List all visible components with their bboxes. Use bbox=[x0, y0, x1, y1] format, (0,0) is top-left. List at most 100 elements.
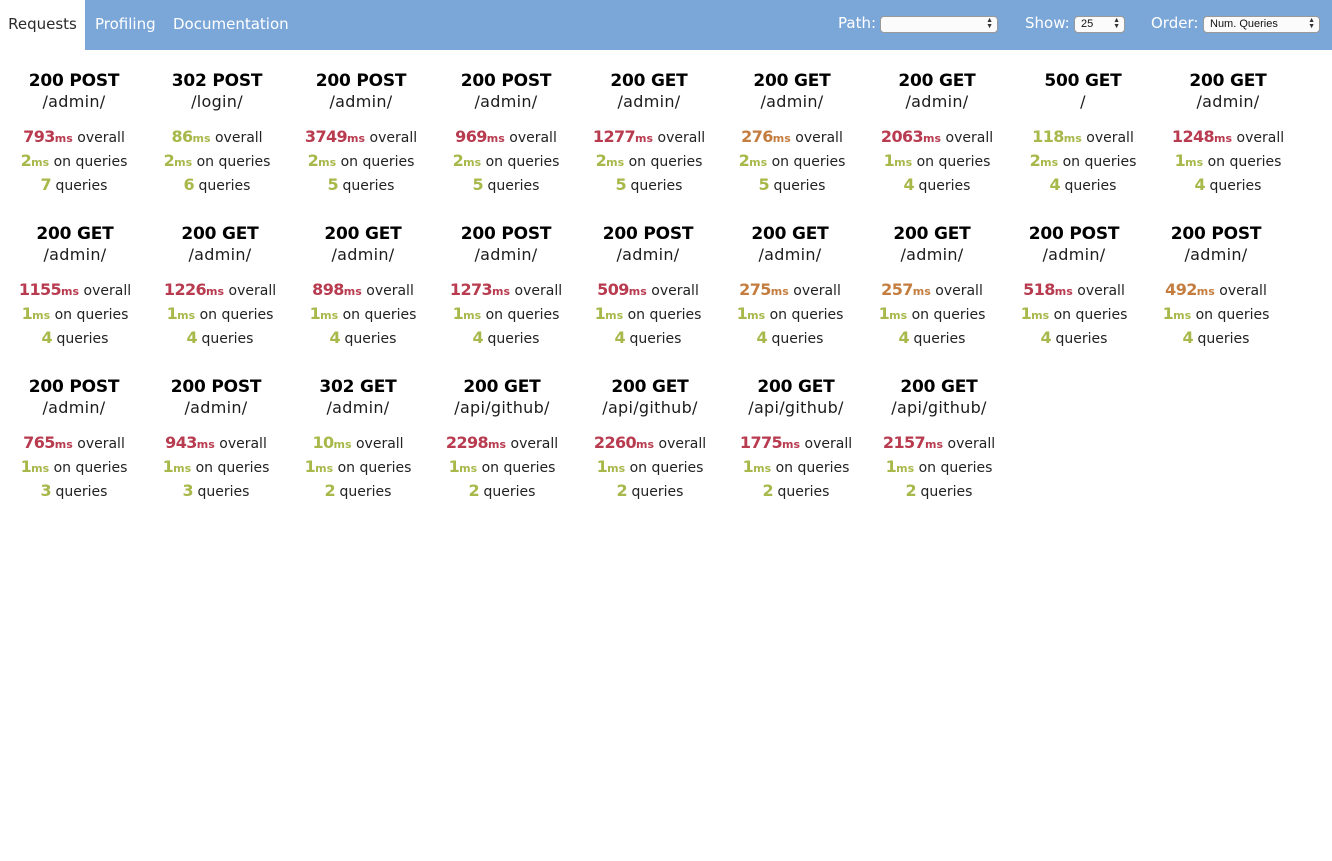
query-time-line: 1ms on queries bbox=[1003, 303, 1145, 327]
request-card[interactable]: 302 POST /login/ 86ms overall 2ms on que… bbox=[146, 70, 288, 197]
on-queries-label: on queries bbox=[195, 460, 270, 476]
tab-documentation[interactable]: Documentation bbox=[163, 0, 299, 50]
request-card[interactable]: 200 GET /api/github/ 1775ms overall 1ms … bbox=[725, 376, 867, 503]
query-time-value: 1 bbox=[1020, 304, 1032, 323]
query-count-line: 5 queries bbox=[721, 174, 863, 197]
overall-label: overall bbox=[947, 436, 996, 452]
request-card[interactable]: 200 GET /admin/ 1226ms overall 1ms on qu… bbox=[149, 223, 291, 350]
request-card[interactable]: 302 GET /admin/ 10ms overall 1ms on quer… bbox=[287, 376, 429, 503]
request-status: 200 GET bbox=[900, 377, 978, 397]
request-card[interactable]: 200 POST /admin/ 518ms overall 1ms on qu… bbox=[1003, 223, 1145, 350]
request-card[interactable]: 200 POST /admin/ 492ms overall 1ms on qu… bbox=[1145, 223, 1287, 350]
query-count-value: 4 bbox=[903, 175, 915, 194]
request-card[interactable]: 500 GET / 118ms overall 2ms on queries 4… bbox=[1012, 70, 1154, 197]
query-time-line: 2ms on queries bbox=[290, 150, 432, 174]
request-card[interactable]: 200 POST /admin/ 1273ms overall 1ms on q… bbox=[435, 223, 577, 350]
overall-time-value: 492 bbox=[1165, 280, 1197, 299]
overall-time-line: 2260ms overall bbox=[579, 432, 721, 456]
on-queries-label: on queries bbox=[771, 154, 846, 170]
show-count-select[interactable]: 25 ▲ ▼ bbox=[1074, 16, 1125, 33]
queries-label: queries bbox=[56, 331, 109, 347]
request-status: 200 GET bbox=[181, 224, 259, 244]
query-count-line: 4 queries bbox=[149, 327, 291, 350]
request-card[interactable]: 200 GET /admin/ 898ms overall 1ms on que… bbox=[292, 223, 434, 350]
order-select[interactable]: Num. Queries ▲ ▼ bbox=[1203, 16, 1320, 33]
overall-time-value: 793 bbox=[23, 127, 55, 146]
overall-time-line: 2298ms overall bbox=[431, 432, 573, 456]
overall-label: overall bbox=[514, 283, 563, 299]
query-time-value: 1 bbox=[21, 304, 33, 323]
query-time-value: 1 bbox=[878, 304, 890, 323]
request-card[interactable]: 200 POST /admin/ 943ms overall 1ms on qu… bbox=[145, 376, 287, 503]
request-card[interactable]: 200 POST /admin/ 765ms overall 1ms on qu… bbox=[3, 376, 145, 503]
request-card[interactable]: 200 GET /admin/ 2063ms overall 1ms on qu… bbox=[866, 70, 1008, 197]
request-status: 200 GET bbox=[611, 377, 689, 397]
query-count-line: 2 queries bbox=[579, 480, 721, 503]
request-card[interactable]: 200 GET /admin/ 257ms overall 1ms on que… bbox=[861, 223, 1003, 350]
request-metrics: 2157ms overall 1ms on queries 2 queries bbox=[868, 432, 1010, 503]
on-queries-label: on queries bbox=[485, 307, 560, 323]
query-count-line: 4 queries bbox=[292, 327, 434, 350]
overall-time-value: 1226 bbox=[163, 280, 207, 299]
on-queries-label: on queries bbox=[918, 460, 993, 476]
overall-time-line: 518ms overall bbox=[1003, 279, 1145, 303]
request-card[interactable]: 200 GET /api/github/ 2260ms overall 1ms … bbox=[579, 376, 721, 503]
request-card[interactable]: 200 GET /admin/ 1155ms overall 1ms on qu… bbox=[4, 223, 146, 350]
request-card[interactable]: 200 GET /admin/ 276ms overall 2ms on que… bbox=[721, 70, 863, 197]
request-status: 200 GET bbox=[463, 377, 541, 397]
request-metrics: 509ms overall 1ms on queries 4 queries bbox=[577, 279, 719, 350]
query-time-value: 1 bbox=[20, 457, 32, 476]
request-path: /admin/ bbox=[188, 245, 252, 264]
overall-time-line: 1775ms overall bbox=[725, 432, 867, 456]
request-path: /api/github/ bbox=[748, 398, 844, 417]
request-path: /admin/ bbox=[331, 245, 395, 264]
request-card[interactable]: 200 GET /admin/ 1248ms overall 1ms on qu… bbox=[1157, 70, 1299, 197]
overall-time-unit: ms bbox=[488, 438, 507, 451]
overall-time-unit: ms bbox=[912, 285, 931, 298]
overall-time-value: 943 bbox=[165, 433, 197, 452]
request-card[interactable]: 200 GET /admin/ 275ms overall 1ms on que… bbox=[719, 223, 861, 350]
request-card[interactable]: 200 POST /admin/ 509ms overall 1ms on qu… bbox=[577, 223, 719, 350]
tab-profiling[interactable]: Profiling bbox=[85, 0, 166, 50]
overall-label: overall bbox=[1086, 130, 1134, 146]
query-count-value: 4 bbox=[1049, 175, 1061, 194]
query-count-line: 5 queries bbox=[290, 174, 432, 197]
queries-label: queries bbox=[1197, 331, 1250, 347]
tab-requests[interactable]: Requests bbox=[0, 0, 85, 50]
query-time-line: 1ms on queries bbox=[435, 303, 577, 327]
request-path: /admin/ bbox=[905, 92, 969, 111]
query-time-unit: ms bbox=[32, 309, 51, 322]
select-arrows-icon: ▲ ▼ bbox=[986, 17, 993, 30]
queries-label: queries bbox=[918, 178, 971, 194]
request-card[interactable]: 200 GET /api/github/ 2157ms overall 1ms … bbox=[868, 376, 1010, 503]
query-time-line: 1ms on queries bbox=[149, 303, 291, 327]
on-queries-label: on queries bbox=[1207, 154, 1282, 170]
query-count-value: 4 bbox=[472, 328, 484, 347]
query-count-value: 4 bbox=[756, 328, 768, 347]
query-time-unit: ms bbox=[1185, 156, 1204, 169]
request-card[interactable]: 200 POST /admin/ 793ms overall 2ms on qu… bbox=[3, 70, 145, 197]
request-path: /admin/ bbox=[1196, 92, 1260, 111]
query-count-value: 2 bbox=[616, 481, 628, 500]
query-count-value: 4 bbox=[1194, 175, 1206, 194]
overall-time-unit: ms bbox=[61, 285, 80, 298]
on-queries-label: on queries bbox=[769, 307, 844, 323]
path-filter-select[interactable]: ▲ ▼ bbox=[880, 16, 998, 33]
on-queries-label: on queries bbox=[54, 307, 129, 323]
request-metrics: 1155ms overall 1ms on queries 4 queries bbox=[4, 279, 146, 350]
query-count-value: 6 bbox=[183, 175, 195, 194]
queries-label: queries bbox=[55, 178, 108, 194]
show-count-label: Show: bbox=[1025, 14, 1070, 32]
overall-time-value: 1277 bbox=[592, 127, 636, 146]
request-metrics: 10ms overall 1ms on queries 2 queries bbox=[287, 432, 429, 503]
request-path: /api/github/ bbox=[454, 398, 550, 417]
request-path: /admin/ bbox=[43, 245, 107, 264]
request-card[interactable]: 200 GET /api/github/ 2298ms overall 1ms … bbox=[431, 376, 573, 503]
request-card[interactable]: 200 GET /admin/ 1277ms overall 2ms on qu… bbox=[578, 70, 720, 197]
query-time-line: 1ms on queries bbox=[579, 456, 721, 480]
request-status: 200 POST bbox=[602, 224, 694, 244]
request-card[interactable]: 200 POST /admin/ 3749ms overall 2ms on q… bbox=[290, 70, 432, 197]
request-card[interactable]: 200 POST /admin/ 969ms overall 2ms on qu… bbox=[435, 70, 577, 197]
request-path: /admin/ bbox=[617, 92, 681, 111]
request-metrics: 898ms overall 1ms on queries 4 queries bbox=[292, 279, 434, 350]
